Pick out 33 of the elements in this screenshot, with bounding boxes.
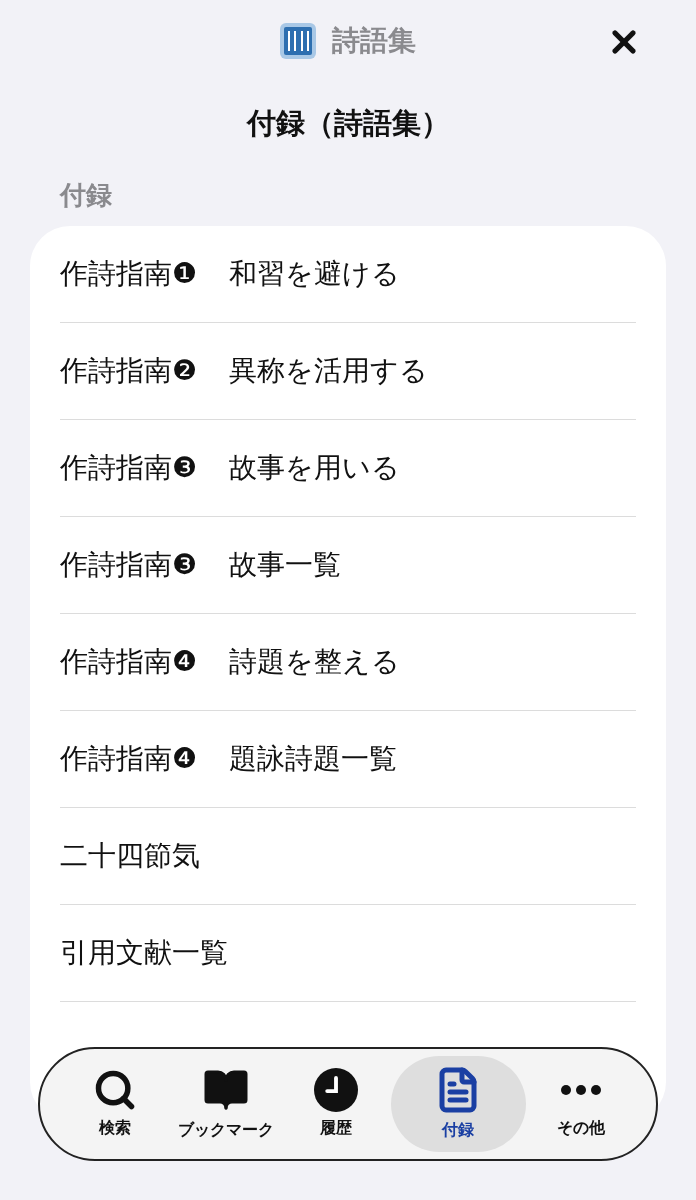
item-title: 故事を用いる — [229, 450, 401, 486]
list-item[interactable]: 作詩指南❸ 故事一覧 — [60, 517, 636, 614]
tab[interactable]: ブックマーク — [170, 1056, 281, 1152]
item-title: 題詠詩題一覧 — [229, 741, 398, 777]
section-label: 付録 — [58, 179, 113, 212]
tab[interactable]: その他 — [525, 1056, 636, 1152]
tab[interactable]: 検索 — [60, 1056, 171, 1152]
item-label: 作詩指南❸ — [60, 450, 198, 486]
more-icon — [560, 1085, 601, 1095]
item-label: 作詩指南❸ — [60, 547, 198, 583]
list-item[interactable]: 作詩指南❹ 題詠詩題一覧 — [60, 711, 636, 808]
app-name: 詩語集 — [332, 23, 416, 59]
tab[interactable]: 付録 — [391, 1056, 526, 1152]
tab[interactable]: 履歴 — [280, 1056, 392, 1152]
item-title: 和習を避ける — [229, 256, 401, 292]
item-label: 二十四節気 — [60, 838, 200, 874]
item-title: 詩題を整える — [229, 644, 401, 680]
page-title: 付録（詩語集） — [245, 105, 451, 142]
clock-icon — [314, 1068, 359, 1112]
item-title: 故事一覧 — [229, 547, 342, 583]
item-label: 作詩指南❷ — [60, 353, 198, 389]
item-title: 異称を活用する — [229, 353, 429, 389]
item-label: 作詩指南❶ — [60, 256, 198, 292]
app-icon — [280, 23, 316, 59]
list-item[interactable]: 引用文献一覧 — [60, 905, 636, 1002]
item-label: 作詩指南❹ — [60, 644, 198, 680]
list-item[interactable]: 作詩指南❸ 故事を用いる — [60, 420, 636, 517]
list-item[interactable]: 作詩指南❶ 和習を避ける — [60, 226, 636, 323]
item-label: 引用文献一覧 — [60, 935, 228, 971]
list-item[interactable]: 作詩指南❹ 詩題を整える — [60, 614, 636, 711]
list-item[interactable]: 二十四節気 — [60, 808, 636, 905]
item-label: 作詩指南❹ — [60, 741, 198, 777]
list-item[interactable]: 作詩指南❷ 異称を活用する — [60, 323, 636, 420]
